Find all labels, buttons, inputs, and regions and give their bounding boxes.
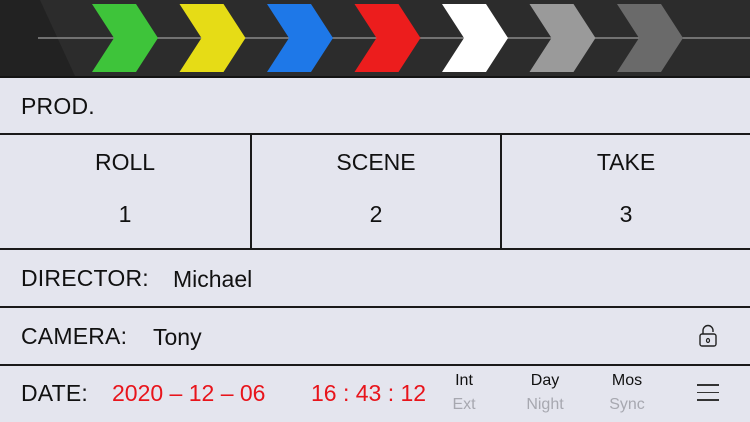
- date-label: DATE:: [21, 380, 89, 406]
- roll-scene-take-row: ROLL 1 SCENE 2 TAKE 3: [0, 135, 750, 250]
- roll-value[interactable]: 1: [0, 201, 250, 228]
- scene-label: SCENE: [336, 149, 416, 175]
- toggle-sync: Sync: [609, 396, 645, 413]
- take-value[interactable]: 3: [502, 201, 750, 228]
- director-value[interactable]: Michael: [173, 266, 252, 293]
- scene-value[interactable]: 2: [252, 201, 500, 228]
- clapperboard-stripe[interactable]: [0, 0, 750, 78]
- toggle-day: Day: [530, 372, 560, 389]
- date-value[interactable]: 2020 – 12 – 06: [112, 380, 265, 407]
- camera-label: CAMERA:: [21, 323, 128, 349]
- camera-row[interactable]: CAMERA: Tony: [0, 308, 750, 366]
- toggle-mos: Mos: [611, 372, 643, 389]
- roll-label: ROLL: [94, 149, 156, 175]
- camera-value[interactable]: Tony: [153, 324, 202, 351]
- toggle-night: Night: [526, 396, 564, 413]
- time-value[interactable]: 16 : 43 : 12: [311, 380, 426, 407]
- day-night-toggle[interactable]: Day Night: [515, 372, 575, 414]
- unlock-icon[interactable]: [698, 324, 718, 353]
- scene-cell[interactable]: SCENE 2: [250, 135, 500, 248]
- int-ext-toggle[interactable]: Int Ext: [434, 372, 494, 414]
- menu-icon[interactable]: [697, 384, 719, 402]
- prod-row[interactable]: PROD.: [0, 78, 750, 135]
- toggle-int: Int: [455, 372, 473, 389]
- director-row[interactable]: DIRECTOR: Michael: [0, 250, 750, 308]
- prod-label: PROD.: [21, 93, 95, 119]
- clapperboard-chevrons: [0, 0, 750, 76]
- toggle-ext: Ext: [452, 396, 476, 413]
- take-cell[interactable]: TAKE 3: [500, 135, 750, 248]
- director-label: DIRECTOR:: [21, 265, 149, 291]
- date-row: DATE: 2020 – 12 – 06 16 : 43 : 12 Int Ex…: [0, 366, 750, 422]
- roll-cell[interactable]: ROLL 1: [0, 135, 250, 248]
- mos-sync-toggle[interactable]: Mos Sync: [597, 372, 657, 414]
- take-label: TAKE: [596, 149, 656, 175]
